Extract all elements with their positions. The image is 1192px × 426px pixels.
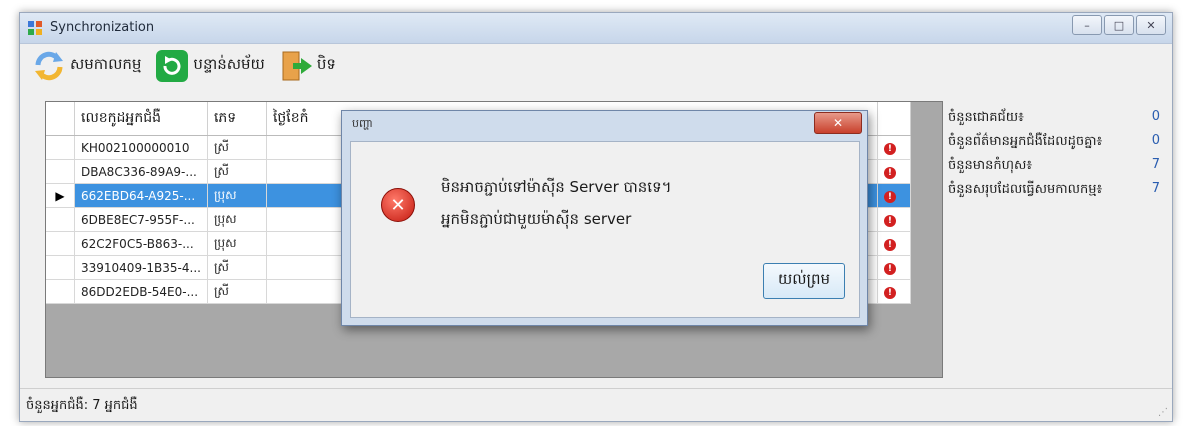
row-header[interactable]	[46, 207, 75, 232]
cell-gender[interactable]: ប្រុស	[207, 231, 267, 256]
column-header-gender[interactable]: ភេទ	[207, 102, 267, 136]
row-header-current[interactable]: ▶	[46, 183, 75, 208]
error-icon: !	[883, 167, 896, 179]
error-icon: !	[883, 239, 896, 251]
column-header-status	[877, 102, 911, 136]
close-button[interactable]: បិទ	[275, 48, 340, 84]
cell-status: !	[877, 207, 911, 232]
maximize-button[interactable]: □	[1104, 15, 1134, 35]
cell-status: !	[877, 279, 911, 304]
cell-code[interactable]: 33910409-1B35-4...	[74, 255, 208, 280]
row-header[interactable]	[46, 279, 75, 304]
dialog-body: ✕ មិនអាចភ្ជាប់ទៅម៉ាស៊ីន Server បានទេ។ អ្…	[350, 141, 860, 318]
stat-value: 0	[1151, 133, 1160, 148]
cell-status: !	[877, 183, 911, 208]
cell-code[interactable]: 6DBE8EC7-955F-...	[74, 207, 208, 232]
error-dialog: បញ្ហា ✕ ✕ មិនអាចភ្ជាប់ទៅម៉ាស៊ីន Server ប…	[341, 110, 868, 326]
stat-label: ចំនួនជោគជ័យ៖	[948, 110, 1024, 125]
stat-errors: ចំនួនមានកំហុស៖ 7	[948, 153, 1168, 177]
stat-label: ចំនួនសរុបដែលធ្វើសមកាលកម្ម៖	[948, 182, 1103, 197]
exit-door-icon	[282, 51, 312, 81]
error-icon: !	[883, 143, 896, 155]
stat-value: 7	[1151, 157, 1160, 172]
stat-label: ចំនួនព័ត៌មានអ្នកជំងឺដែលដូចគ្នា៖	[948, 134, 1103, 149]
stat-success: ចំនួនជោគជ័យ៖ 0	[948, 105, 1168, 129]
cell-code[interactable]: DBA8C336-89A9-...	[74, 159, 208, 184]
error-icon: !	[883, 287, 896, 299]
cell-code[interactable]: 62C2F0C5-B863-...	[74, 231, 208, 256]
dialog-close-button[interactable]: ✕	[814, 112, 862, 134]
refresh-label: បន្ទាន់សម័យ	[193, 55, 265, 73]
cell-status: !	[877, 255, 911, 280]
window-title: Synchronization	[50, 20, 155, 35]
error-icon: ✕	[381, 188, 415, 222]
close-window-button[interactable]: ✕	[1136, 15, 1166, 35]
cell-gender[interactable]: ស្រី	[207, 135, 267, 160]
stat-value: 0	[1151, 109, 1160, 124]
dialog-title: បញ្ហា	[352, 117, 373, 130]
refresh-icon	[156, 50, 189, 82]
cell-status: !	[877, 159, 911, 184]
row-header[interactable]	[46, 231, 75, 256]
row-header[interactable]	[46, 255, 75, 280]
patient-count: ចំនួនអ្នកជំងឺ: 7 អ្នកជំងឺ	[26, 398, 138, 413]
cell-gender[interactable]: ស្រី	[207, 279, 267, 304]
column-header-code[interactable]: លេខកូដអ្នកជំងឺ	[74, 102, 208, 136]
cell-gender[interactable]: ស្រី	[207, 255, 267, 280]
cell-code[interactable]: 86DD2EDB-54E0-...	[74, 279, 208, 304]
sync-icon	[35, 51, 63, 81]
cell-code[interactable]: KH002100000010	[74, 135, 208, 160]
cell-code[interactable]: 662EBD64-A925-...	[74, 183, 208, 208]
resize-grip-icon[interactable]: ⋰	[1158, 407, 1168, 418]
status-bar: ចំនួនអ្នកជំងឺ: 7 អ្នកជំងឺ ⋰	[20, 388, 1172, 421]
stat-value: 7	[1151, 181, 1160, 196]
cell-gender[interactable]: ស្រី	[207, 159, 267, 184]
title-bar: Synchronization – □ ✕	[20, 13, 1172, 44]
toolbar: សមកាលកម្ម បន្ទាន់សម័យ បិទ	[20, 44, 1172, 88]
minimize-button[interactable]: –	[1072, 15, 1102, 35]
sync-label: សមកាលកម្ម	[70, 55, 142, 73]
stats-panel: ចំនួនជោគជ័យ៖ 0 ចំនួនព័ត៌មានអ្នកជំងឺដែលដូ…	[948, 105, 1168, 201]
stat-label: ចំនួនមានកំហុស៖	[948, 158, 1033, 173]
dialog-message-line1: មិនអាចភ្ជាប់ទៅម៉ាស៊ីន Server បានទេ។	[441, 178, 672, 196]
refresh-button[interactable]: បន្ទាន់សម័យ	[151, 48, 268, 84]
cell-status: !	[877, 135, 911, 160]
app-icon	[28, 21, 42, 35]
cell-gender[interactable]: ប្រុស	[207, 207, 267, 232]
stat-total: ចំនួនសរុបដែលធ្វើសមកាលកម្ម៖ 7	[948, 177, 1168, 201]
row-header[interactable]	[46, 159, 75, 184]
error-icon: !	[883, 263, 896, 275]
row-header[interactable]	[46, 135, 75, 160]
row-header-corner	[46, 102, 75, 136]
dialog-message-line2: អ្នកមិនភ្ជាប់ជាមួយម៉ាស៊ីន server	[441, 210, 632, 228]
cell-gender[interactable]: ប្រុស	[207, 183, 267, 208]
error-icon: !	[883, 215, 896, 227]
stat-duplicate: ចំនួនព័ត៌មានអ្នកជំងឺដែលដូចគ្នា៖ 0	[948, 129, 1168, 153]
sync-button[interactable]: សមកាលកម្ម	[28, 48, 145, 84]
close-label: បិទ	[316, 55, 336, 73]
ok-button[interactable]: យល់ព្រម	[763, 263, 845, 299]
error-icon: !	[883, 191, 896, 203]
cell-status: !	[877, 231, 911, 256]
